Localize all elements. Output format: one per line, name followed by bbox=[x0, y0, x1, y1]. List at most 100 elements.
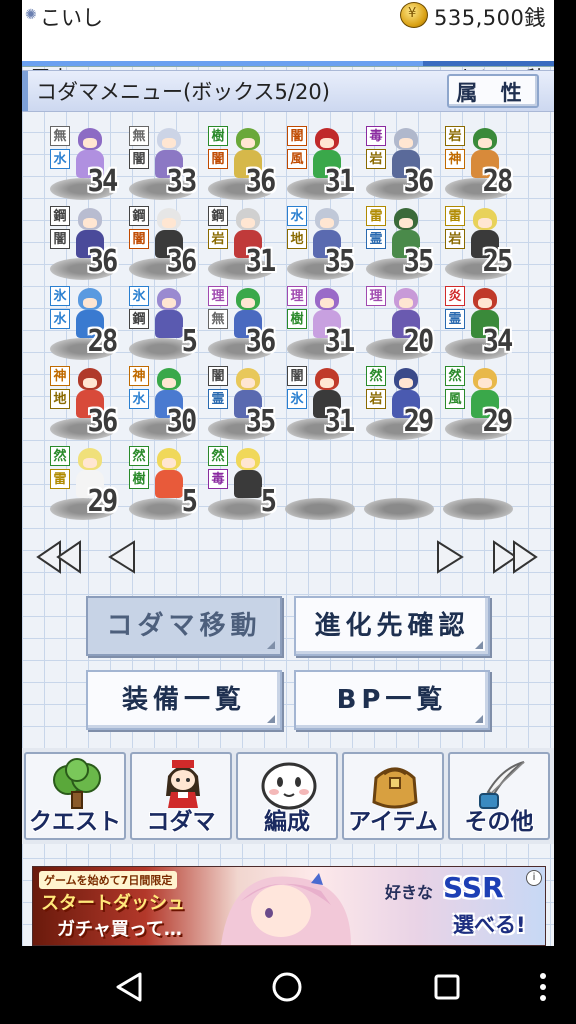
unit-level: 35 bbox=[245, 404, 276, 439]
ad-banner[interactable]: ゲームを始めて7日間限定 スタートダッシュ ガチャ買って… 好きな SSR 選べ… bbox=[32, 866, 546, 946]
attribute-tag: 神 bbox=[50, 366, 70, 386]
kodama-unit[interactable]: 氷水 28 bbox=[48, 282, 118, 362]
unit-level: 31 bbox=[324, 324, 355, 359]
kodama-unit[interactable]: 水地 35 bbox=[285, 202, 355, 282]
attribute-tag: 地 bbox=[50, 389, 70, 409]
unit-level: 5 bbox=[181, 324, 198, 359]
kodama-unit[interactable]: 然風 29 bbox=[443, 362, 513, 442]
kodama-unit[interactable]: 毒岩 36 bbox=[364, 122, 434, 202]
attribute-tag: 然 bbox=[129, 446, 149, 466]
kodama-unit[interactable]: 氷鋼 5 bbox=[127, 282, 198, 362]
attribute-tag: 闇 bbox=[129, 229, 149, 249]
kodama-unit[interactable]: 神水 30 bbox=[127, 362, 197, 442]
attribute-tag: 毒 bbox=[208, 469, 228, 489]
prev-page-button[interactable] bbox=[106, 540, 136, 574]
last-page-button[interactable] bbox=[490, 540, 538, 574]
attribute-tag: 鋼 bbox=[50, 206, 70, 226]
recent-apps-icon[interactable] bbox=[432, 972, 462, 1002]
attribute-tag: 闇 bbox=[287, 126, 307, 146]
kodama-unit[interactable]: 闇氷 31 bbox=[285, 362, 355, 442]
attribute-tag: 然 bbox=[366, 366, 386, 386]
ad-info-icon[interactable]: i bbox=[526, 870, 542, 886]
back-icon[interactable] bbox=[112, 970, 146, 1004]
empty-slot[interactable] bbox=[285, 498, 355, 520]
empty-slot[interactable] bbox=[443, 498, 513, 520]
unit-level: 20 bbox=[403, 324, 434, 359]
kodama-unit[interactable]: 理樹 31 bbox=[285, 282, 355, 362]
tab-other[interactable]: その他 bbox=[448, 752, 550, 840]
attribute-tag: 毒 bbox=[366, 126, 386, 146]
attribute-tag: 炎 bbox=[445, 286, 465, 306]
attribute-tag: 樹 bbox=[129, 469, 149, 489]
right-arrow-icon bbox=[437, 540, 464, 574]
kodama-unit[interactable]: 岩神 28 bbox=[443, 122, 513, 202]
attribute-tag: 岩 bbox=[208, 229, 228, 249]
attribute-tag: 闇 bbox=[208, 149, 228, 169]
attribute-tag: 神 bbox=[445, 149, 465, 169]
attribute-tag: 理 bbox=[287, 286, 307, 306]
kodama-unit[interactable]: 無水 34 bbox=[48, 122, 118, 202]
attribute-tag: 氷 bbox=[129, 286, 149, 306]
kodama-unit[interactable]: 雷岩 25 bbox=[443, 202, 513, 282]
kodama-unit[interactable]: 鋼岩 31 bbox=[206, 202, 276, 282]
bp-list-button[interactable]: BP一覧 bbox=[294, 670, 490, 730]
first-page-button[interactable] bbox=[36, 540, 84, 574]
kodama-unit[interactable]: 鋼闇 36 bbox=[127, 202, 197, 282]
double-right-arrow-icon bbox=[493, 540, 538, 574]
unit-level: 36 bbox=[166, 244, 197, 279]
evolution-check-button[interactable]: 進化先確認 bbox=[294, 596, 490, 656]
empty-slot[interactable] bbox=[364, 498, 434, 520]
tab-kodama[interactable]: コダマ bbox=[130, 752, 232, 840]
attribute-tag: 風 bbox=[287, 149, 307, 169]
unit-level: 29 bbox=[403, 404, 434, 439]
attribute-tag: 鋼 bbox=[129, 309, 149, 329]
attribute-tag: 水 bbox=[50, 309, 70, 329]
home-icon[interactable] bbox=[270, 970, 304, 1004]
unit-level: 25 bbox=[482, 244, 513, 279]
attribute-tag: 樹 bbox=[208, 126, 228, 146]
menu-dots-icon[interactable] bbox=[536, 972, 550, 1002]
money-amount: 535,500銭 bbox=[434, 6, 546, 30]
kodama-move-button[interactable]: コダマ移動 bbox=[86, 596, 282, 656]
kodama-unit[interactable]: 理無 36 bbox=[206, 282, 276, 362]
kodama-unit[interactable]: 然岩 29 bbox=[364, 362, 434, 442]
tab-item[interactable]: アイテム bbox=[342, 752, 444, 840]
user-emblem-icon: ✺ bbox=[25, 7, 37, 23]
kodama-unit[interactable]: 無闇 33 bbox=[127, 122, 197, 202]
menu-title-bar: コダマメニュー(ボックス5/20) 属 性 bbox=[22, 70, 554, 112]
kodama-unit[interactable]: 雷霊 35 bbox=[364, 202, 434, 282]
tab-formation[interactable]: 編成 bbox=[236, 752, 338, 840]
kodama-unit[interactable]: 然雷 29 bbox=[48, 442, 118, 522]
equipment-list-button[interactable]: 装備一覧 bbox=[86, 670, 282, 730]
attribute-tag: 氷 bbox=[50, 286, 70, 306]
attribute-tag: 水 bbox=[50, 149, 70, 169]
attribute-tag: 神 bbox=[129, 366, 149, 386]
attribute-tag: 理 bbox=[366, 286, 386, 306]
attribute-tag: 闇 bbox=[50, 229, 70, 249]
left-arrow-icon bbox=[108, 540, 135, 574]
status-header: ✺ こいし ¥ 535,500銭 bbox=[22, 0, 554, 31]
attribute-tag: 風 bbox=[445, 389, 465, 409]
system-navigation-bar bbox=[0, 946, 576, 1024]
player-name: こいし bbox=[40, 6, 103, 30]
tab-quest[interactable]: クエスト bbox=[24, 752, 126, 840]
kodama-unit[interactable]: 闇霊 35 bbox=[206, 362, 276, 442]
attribute-tag: 地 bbox=[287, 229, 307, 249]
kodama-unit[interactable]: 鋼闇 36 bbox=[48, 202, 118, 282]
kodama-unit[interactable]: 闇風 31 bbox=[285, 122, 355, 202]
attribute-sort-button[interactable]: 属 性 bbox=[447, 74, 539, 108]
kodama-unit[interactable]: 然樹 5 bbox=[127, 442, 198, 522]
next-page-button[interactable] bbox=[436, 540, 466, 574]
attribute-tag: 鋼 bbox=[208, 206, 228, 226]
ad-select-text: 選べる! bbox=[453, 913, 526, 937]
kodama-unit[interactable]: 炎霊 34 bbox=[443, 282, 513, 362]
kodama-unit[interactable]: 然毒 5 bbox=[206, 442, 277, 522]
attribute-tag: 雷 bbox=[445, 206, 465, 226]
attribute-tag: 岩 bbox=[366, 389, 386, 409]
kodama-unit[interactable]: 神地 36 bbox=[48, 362, 118, 442]
attribute-tag: 水 bbox=[129, 389, 149, 409]
kodama-unit[interactable]: 樹闇 36 bbox=[206, 122, 276, 202]
kodama-unit[interactable]: 理 20 bbox=[364, 282, 434, 362]
unit-level: 28 bbox=[87, 324, 118, 359]
unit-level: 35 bbox=[324, 244, 355, 279]
